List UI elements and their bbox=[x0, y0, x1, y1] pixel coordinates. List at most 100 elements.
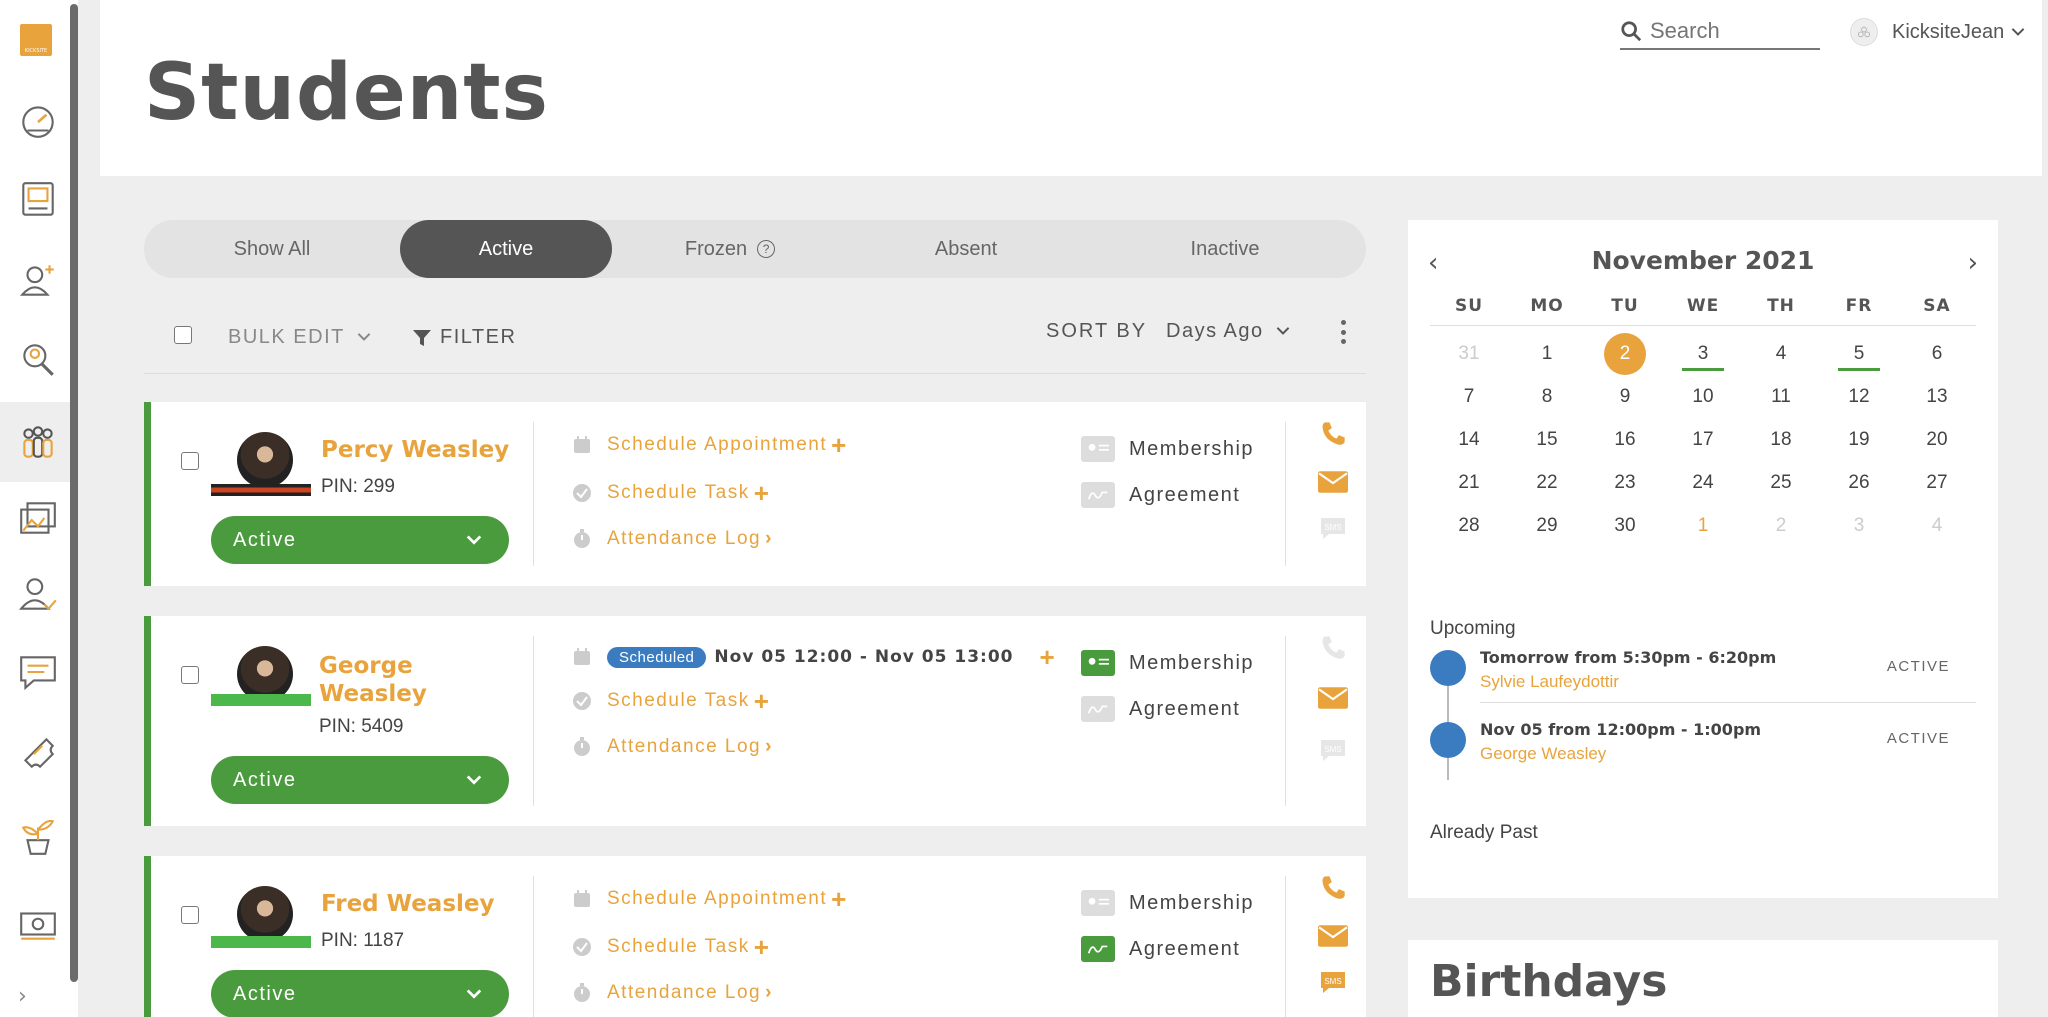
user-menu[interactable]: KicksiteJean bbox=[1850, 18, 2026, 46]
membership-link[interactable]: Membership bbox=[1081, 890, 1254, 916]
calendar-day[interactable]: 28 bbox=[1430, 515, 1508, 537]
tab-frozen[interactable]: Frozen ? bbox=[612, 220, 848, 278]
calendar-day[interactable]: 18 bbox=[1742, 429, 1820, 451]
phone-icon[interactable] bbox=[1317, 632, 1349, 664]
schedule-task-link[interactable]: Schedule Task + bbox=[571, 934, 770, 960]
scheduled-appointment[interactable]: Scheduled Nov 05 12:00 - Nov 05 13:00 + bbox=[571, 644, 1056, 670]
add-prospect-icon[interactable] bbox=[16, 258, 60, 302]
email-icon[interactable] bbox=[1317, 466, 1349, 498]
ticket-icon[interactable] bbox=[16, 730, 60, 774]
student-name[interactable]: George Weasley bbox=[319, 652, 427, 708]
calendar-day[interactable]: 30 bbox=[1586, 515, 1664, 537]
kicksite-logo[interactable]: KICKSITE bbox=[20, 24, 52, 56]
student-select-checkbox[interactable] bbox=[181, 906, 199, 924]
status-dropdown[interactable]: Active bbox=[211, 756, 509, 804]
student-select-checkbox[interactable] bbox=[181, 452, 199, 470]
email-icon[interactable] bbox=[1317, 682, 1349, 714]
calendar-day[interactable]: 29 bbox=[1508, 515, 1586, 537]
billing-money-icon[interactable] bbox=[16, 902, 60, 946]
calendar-day[interactable]: 17 bbox=[1664, 429, 1742, 451]
schedule-task-link[interactable]: Schedule Task + bbox=[571, 480, 770, 506]
student-photo[interactable] bbox=[237, 432, 293, 488]
bulk-edit-dropdown[interactable]: BULK EDIT bbox=[228, 326, 372, 349]
event-student-link[interactable]: Sylvie Laufeydottir bbox=[1480, 672, 1619, 692]
expand-sidebar-chevron-icon[interactable]: › bbox=[18, 984, 27, 1009]
attendance-log-link[interactable]: Attendance Log › bbox=[571, 982, 773, 1004]
student-select-checkbox[interactable] bbox=[181, 666, 199, 684]
calendar-day-with-event[interactable]: 3 bbox=[1664, 343, 1742, 371]
sms-icon[interactable]: SMS bbox=[1317, 512, 1349, 544]
agreement-link[interactable]: Agreement bbox=[1081, 482, 1240, 508]
calendar-day-next-month[interactable]: 1 bbox=[1664, 515, 1742, 537]
student-name[interactable]: Percy Weasley bbox=[321, 436, 509, 464]
calendar-day-next-month[interactable]: 2 bbox=[1742, 515, 1820, 537]
calendar-day[interactable]: 14 bbox=[1430, 429, 1508, 451]
calendar-day[interactable]: 27 bbox=[1898, 472, 1976, 494]
growth-plant-icon[interactable] bbox=[16, 814, 60, 858]
upcoming-event[interactable]: Nov 05 from 12:00pm - 1:00pm George Weas… bbox=[1430, 714, 1976, 784]
tab-absent[interactable]: Absent bbox=[848, 220, 1084, 278]
calendar-day[interactable]: 26 bbox=[1820, 472, 1898, 494]
select-all-checkbox[interactable] bbox=[174, 326, 192, 344]
help-question-icon[interactable]: ? bbox=[757, 240, 776, 258]
calendar-day-next-month[interactable]: 3 bbox=[1820, 515, 1898, 537]
schedule-appointment-link[interactable]: Schedule Appointment + bbox=[571, 886, 848, 912]
tab-inactive[interactable]: Inactive bbox=[1084, 220, 1366, 278]
calendar-day-today[interactable]: 2 bbox=[1586, 332, 1664, 375]
status-dropdown[interactable]: Active bbox=[211, 516, 509, 564]
dashboard-gauge-icon[interactable] bbox=[16, 98, 60, 142]
status-dropdown[interactable]: Active bbox=[211, 970, 509, 1017]
calendar-day[interactable]: 16 bbox=[1586, 429, 1664, 451]
calendar-day[interactable]: 12 bbox=[1820, 386, 1898, 408]
calendar-day-next-month[interactable]: 4 bbox=[1898, 515, 1976, 537]
calendar-day[interactable]: 25 bbox=[1742, 472, 1820, 494]
membership-link[interactable]: Membership bbox=[1081, 436, 1254, 462]
agreement-link[interactable]: Agreement bbox=[1081, 936, 1240, 962]
email-icon[interactable] bbox=[1317, 920, 1349, 952]
schedule-task-link[interactable]: Schedule Task + bbox=[571, 688, 770, 714]
calendar-day[interactable]: 1 bbox=[1508, 343, 1586, 365]
calendar-day[interactable]: 4 bbox=[1742, 343, 1820, 365]
students-group-icon[interactable] bbox=[16, 420, 60, 464]
sms-icon[interactable]: SMS bbox=[1317, 734, 1349, 766]
calendar-day[interactable]: 23 bbox=[1586, 472, 1664, 494]
agreement-link[interactable]: Agreement bbox=[1081, 696, 1240, 722]
kiosk-monitor-icon[interactable] bbox=[16, 178, 60, 222]
search-box[interactable] bbox=[1620, 14, 1820, 50]
calendar-day[interactable]: 19 bbox=[1820, 429, 1898, 451]
calendar-day[interactable]: 8 bbox=[1508, 386, 1586, 408]
filter-button[interactable]: FILTER bbox=[412, 326, 516, 349]
calendar-day[interactable]: 31 bbox=[1430, 343, 1508, 365]
sidebar-scrollbar[interactable] bbox=[70, 4, 78, 982]
search-input[interactable] bbox=[1650, 18, 1810, 44]
sms-icon[interactable]: SMS bbox=[1317, 966, 1349, 998]
calendar-day-with-event[interactable]: 5 bbox=[1820, 343, 1898, 371]
calendar-day[interactable]: 7 bbox=[1430, 386, 1508, 408]
student-name[interactable]: Fred Weasley bbox=[321, 890, 495, 918]
sort-by-dropdown[interactable]: Days Ago bbox=[1166, 320, 1291, 343]
tab-show-all[interactable]: Show All bbox=[144, 220, 400, 278]
phone-icon[interactable] bbox=[1317, 872, 1349, 904]
calendar-day[interactable]: 21 bbox=[1430, 472, 1508, 494]
schedule-appointment-link[interactable]: Schedule Appointment + bbox=[571, 432, 848, 458]
calendar-day[interactable]: 20 bbox=[1898, 429, 1976, 451]
calendar-day[interactable]: 22 bbox=[1508, 472, 1586, 494]
add-plus-icon[interactable]: + bbox=[1040, 644, 1057, 670]
calendar-day[interactable]: 13 bbox=[1898, 386, 1976, 408]
calendar-day[interactable]: 10 bbox=[1664, 386, 1742, 408]
calendar-day[interactable]: 11 bbox=[1742, 386, 1820, 408]
student-photo[interactable] bbox=[237, 886, 293, 942]
next-month-chevron-icon[interactable]: › bbox=[1968, 248, 1978, 278]
search-people-icon[interactable] bbox=[16, 338, 60, 382]
calendar-day[interactable]: 6 bbox=[1898, 343, 1976, 365]
calendar-day[interactable]: 15 bbox=[1508, 429, 1586, 451]
event-student-link[interactable]: George Weasley bbox=[1480, 744, 1606, 764]
attendance-log-link[interactable]: Attendance Log › bbox=[571, 528, 773, 550]
more-options-icon[interactable] bbox=[1338, 320, 1348, 344]
messages-chat-icon[interactable] bbox=[16, 650, 60, 694]
gallery-images-icon[interactable] bbox=[16, 496, 60, 540]
tab-active[interactable]: Active bbox=[400, 220, 612, 278]
calendar-day[interactable]: 24 bbox=[1664, 472, 1742, 494]
staff-checked-icon[interactable] bbox=[16, 572, 60, 616]
attendance-log-link[interactable]: Attendance Log › bbox=[571, 736, 773, 758]
